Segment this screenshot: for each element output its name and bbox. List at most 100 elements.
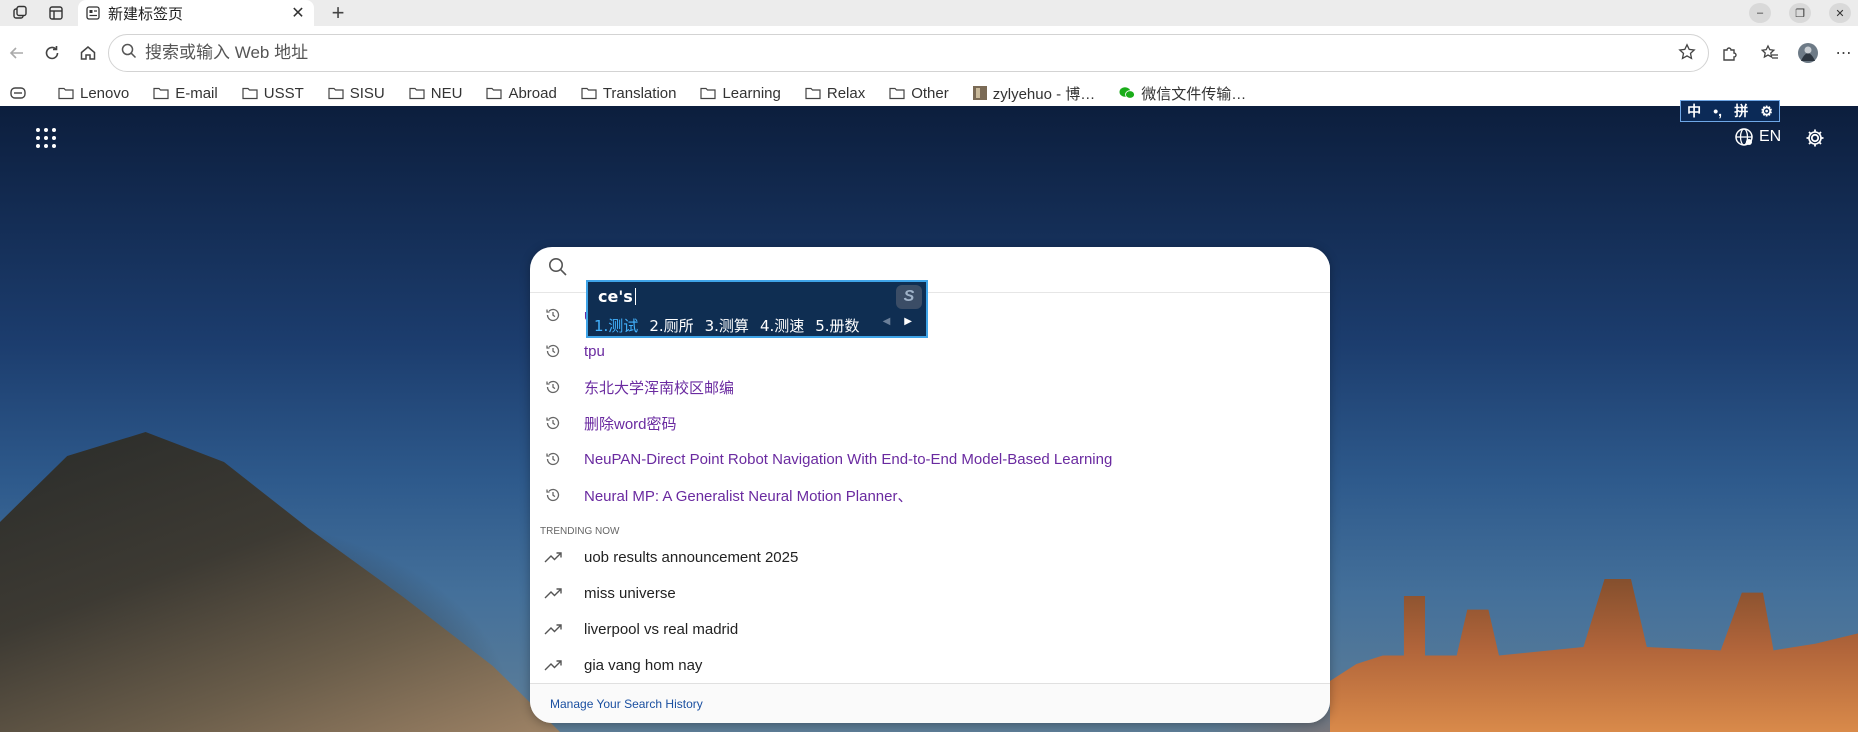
manage-search-history-link[interactable]: Manage Your Search History [550,697,703,711]
page-settings-gear-icon[interactable] [1804,127,1826,154]
new-tab-button[interactable]: + [326,0,350,25]
bookmark-folder-lenovo[interactable]: Lenovo [58,85,129,102]
back-icon[interactable] [5,41,29,65]
home-icon[interactable] [76,41,100,65]
trending-item[interactable]: miss universe [530,575,1330,611]
history-clock-icon [544,486,562,504]
bookmark-folder-other[interactable]: Other [889,85,949,102]
ime-candidate-2[interactable]: 2.厕所 [649,315,693,336]
history-item[interactable]: Neural MP: A Generalist Neural Motion Pl… [530,477,1330,513]
favorite-star-icon[interactable] [1678,43,1696,66]
language-label: EN [1759,128,1782,145]
ime-composition-text: ce's [598,287,633,306]
bookmarks-bar: Lenovo E-mail USST SISU NEU Abroad Trans… [0,80,1858,106]
history-clock-icon [544,342,562,360]
trending-item[interactable]: liverpool vs real madrid [530,611,1330,647]
trending-header: TRENDING NOW [540,526,620,537]
search-panel-footer: Manage Your Search History [530,683,1330,723]
bookmark-folder-sisu[interactable]: SISU [328,85,385,102]
history-item[interactable]: tpu [530,333,1330,369]
minimize-icon[interactable]: – [1749,3,1771,23]
toolbar: ⋯ [0,26,1858,80]
ime-settings-gear-icon[interactable]: ⚙ [1760,103,1773,120]
folder-icon [242,87,258,100]
ime-candidate-window: ce's S 1.测试 2.厕所 3.测算 4.测速 5.册数 ◀ ▶ [586,280,928,338]
tab-title: 新建标签页 [108,5,184,23]
trending-item[interactable]: gia vang hom nay [530,647,1330,683]
language-selector[interactable]: EN [1734,127,1781,147]
folder-icon [58,87,74,100]
folder-icon [805,87,821,100]
bookmark-folder-translation[interactable]: Translation [581,85,676,102]
trending-list: uob results announcement 2025 miss unive… [530,539,1330,683]
background-hill [0,432,560,732]
bookmark-bar-icon[interactable] [10,87,32,99]
bookmark-folder-relax[interactable]: Relax [805,85,865,102]
refresh-icon[interactable] [40,41,64,65]
ime-composition: ce's [598,287,636,306]
trending-arrow-icon [544,584,562,602]
folder-icon [153,87,169,100]
trending-arrow-icon [544,656,562,674]
bookmark-folder-learning[interactable]: Learning [700,85,781,102]
ime-next-page-icon[interactable]: ▶ [904,316,912,327]
folder-icon [486,87,503,100]
site-favicon [972,86,987,100]
trending-arrow-icon [544,620,562,638]
tab-strip: 新建标签页 ✕ + – ❐ ✕ [0,0,1858,26]
ime-page-arrows: ◀ ▶ [869,316,912,327]
wechat-icon [1119,87,1136,99]
ime-prev-page-icon[interactable]: ◀ [883,316,891,327]
bookmark-folder-email[interactable]: E-mail [153,85,218,102]
tab-actions-icon[interactable] [45,3,67,23]
extensions-icon[interactable] [1718,41,1742,65]
folder-icon [581,87,597,100]
ime-candidate-1[interactable]: 1.测试 [594,315,638,336]
close-window-icon[interactable]: ✕ [1829,3,1851,23]
ime-pinyin[interactable]: 拼 [1734,101,1748,121]
ime-candidates: 1.测试 2.厕所 3.测算 4.测速 5.册数 [594,315,871,336]
folder-icon [889,87,905,100]
history-item[interactable]: 东北大学浑南校区邮编 [530,369,1330,405]
profile-avatar[interactable] [1796,41,1820,65]
address-input[interactable] [145,43,1708,63]
app-launcher-icon[interactable] [36,128,56,148]
workspaces-icon[interactable] [9,3,31,23]
search-icon [548,257,568,282]
history-clock-icon [544,306,562,324]
ime-punctuation[interactable]: •, [1713,103,1722,119]
search-input[interactable] [580,260,1330,279]
history-clock-icon [544,378,562,396]
new-tab-page-icon [86,6,100,20]
history-item[interactable]: 删除word密码 [530,405,1330,441]
restore-icon[interactable]: ❐ [1789,3,1811,23]
ime-caret [634,288,636,305]
ime-mode-chinese[interactable]: 中 [1687,101,1701,121]
history-clock-icon [544,414,562,432]
folder-icon [328,87,344,100]
bookmark-wechat-file-transfer[interactable]: 微信文件传输… [1119,83,1246,104]
globe-icon [1735,128,1753,146]
folder-icon [700,87,717,100]
history-clock-icon [544,450,562,468]
bookmark-folder-neu[interactable]: NEU [409,85,462,102]
search-icon [121,43,137,64]
background-castle [1330,579,1858,732]
ime-status-bar[interactable]: 中 •, 拼 ⚙ [1680,100,1780,122]
sogou-logo-icon: S [896,285,922,309]
ime-candidate-3[interactable]: 3.测算 [705,315,749,336]
bookmark-folder-abroad[interactable]: Abroad [486,85,557,102]
bookmark-folder-usst[interactable]: USST [242,85,304,102]
close-tab-icon[interactable]: ✕ [290,3,306,23]
ime-candidate-4[interactable]: 4.测速 [760,315,804,336]
ime-candidate-5[interactable]: 5.册数 [815,315,859,336]
folder-icon [409,87,425,100]
favorites-icon[interactable] [1758,41,1782,65]
bookmark-zylyehuo[interactable]: zylyehuo - 博… [972,83,1095,104]
more-menu-icon[interactable]: ⋯ [1832,41,1856,65]
trending-arrow-icon [544,548,562,566]
address-bar[interactable] [108,34,1709,72]
trending-item[interactable]: uob results announcement 2025 [530,539,1330,575]
tab-new-tab[interactable]: 新建标签页 ✕ [78,0,314,26]
history-item[interactable]: NeuPAN-Direct Point Robot Navigation Wit… [530,441,1330,477]
